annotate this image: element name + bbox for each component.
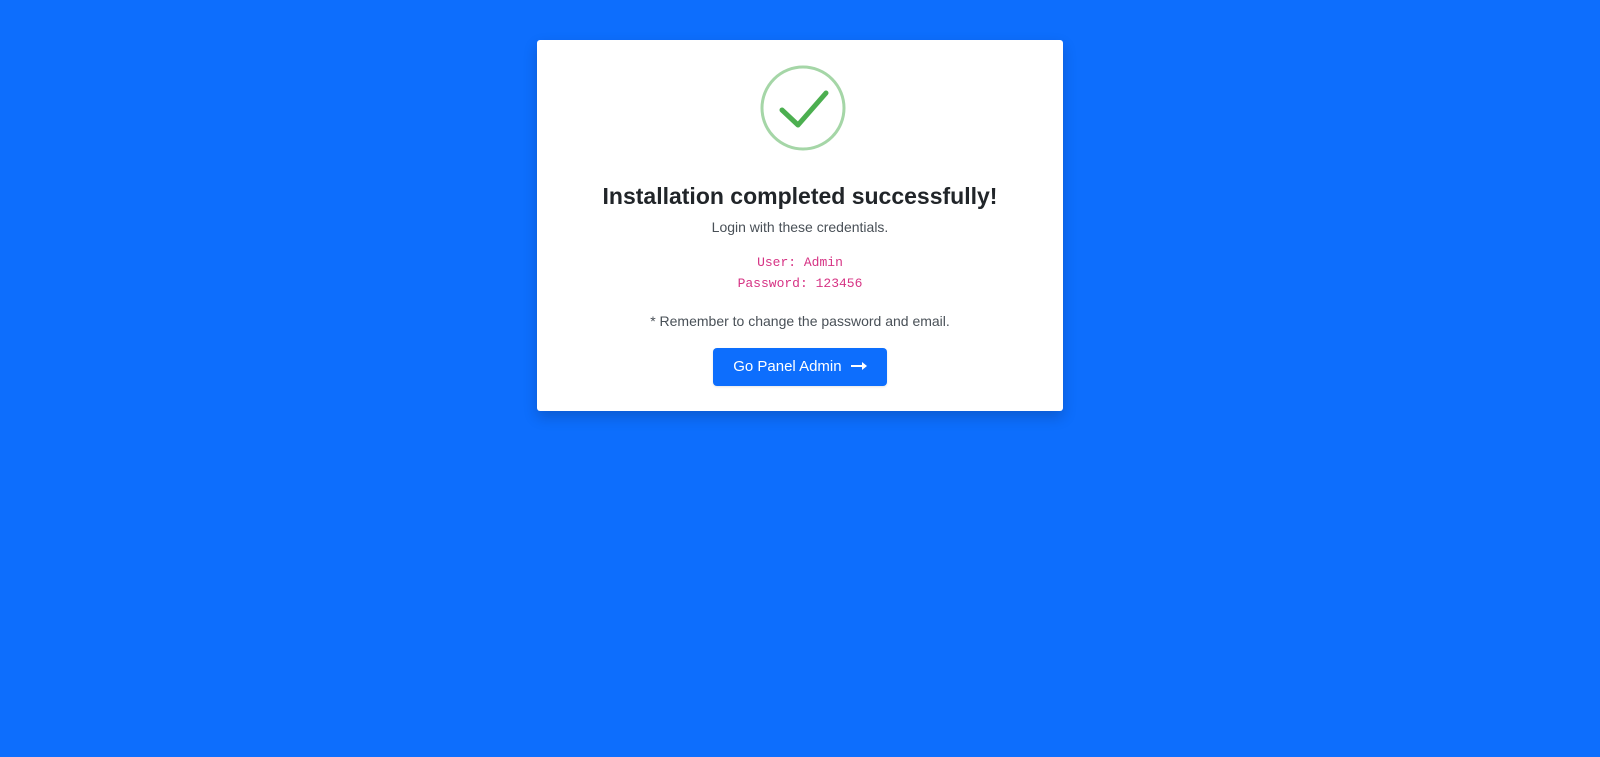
login-instruction: Login with these credentials.	[711, 219, 889, 235]
page: Installation completed successfully! Log…	[0, 0, 1600, 757]
installation-complete-card: Installation completed successfully! Log…	[537, 40, 1063, 411]
arrow-right-icon	[850, 362, 867, 371]
credentials-block: User: Admin Password: 123456	[537, 252, 1063, 294]
check-circle-icon	[760, 65, 846, 151]
go-panel-admin-button[interactable]: Go Panel Admin	[713, 348, 887, 386]
go-panel-admin-label: Go Panel Admin	[733, 358, 842, 375]
password-credential: Password: 123456	[737, 276, 863, 291]
password-reminder: * Remember to change the password and em…	[650, 313, 950, 329]
page-title: Installation completed successfully!	[602, 183, 998, 209]
user-credential: User: Admin	[757, 255, 843, 270]
